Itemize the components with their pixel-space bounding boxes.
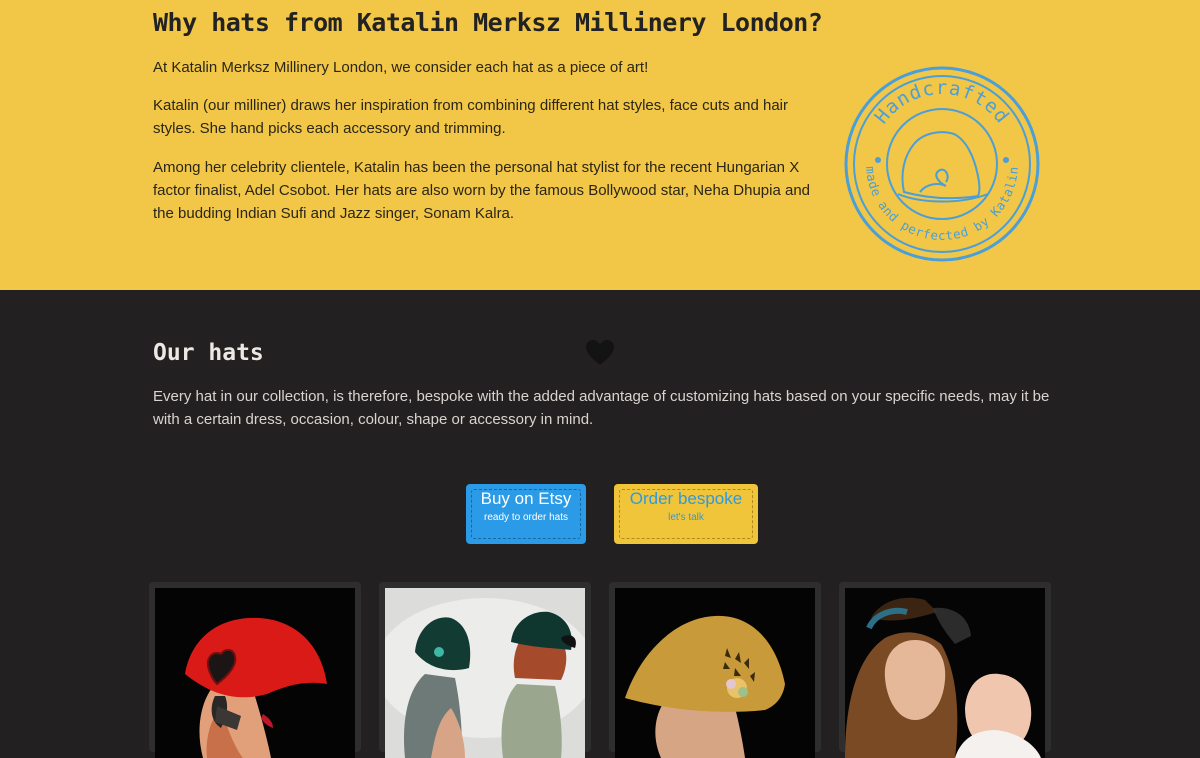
red-heart-hat-photo-icon (155, 588, 355, 758)
why-section: Why hats from Katalin Merksz Millinery L… (0, 0, 1200, 290)
handcrafted-stamp-icon: Handcrafted made and perfected by Katali… (844, 66, 1040, 262)
mustard-cloche-hat-photo-icon (615, 588, 815, 758)
hat-gallery-card[interactable] (609, 582, 821, 758)
heart-icon (586, 340, 614, 365)
order-bespoke-button[interactable]: Order bespoke let's talk (614, 484, 758, 544)
why-paragraph-1: At Katalin Merksz Millinery London, we c… (153, 59, 649, 76)
our-hats-title: Our hats (153, 340, 264, 366)
button-stitch-border (619, 489, 753, 539)
why-paragraph-2: Katalin (our milliner) draws her inspira… (153, 97, 789, 137)
why-paragraph-3: Among her celebrity clientele, Katalin h… (153, 159, 811, 222)
hat-gallery-card[interactable] (149, 582, 361, 758)
stamp-top-text: Handcrafted (870, 77, 1012, 128)
our-hats-intro: Every hat in our collection, is therefor… (153, 388, 1050, 428)
hat-gallery-card[interactable] (379, 582, 591, 758)
why-section-title: Why hats from Katalin Merksz Millinery L… (153, 8, 823, 37)
buy-on-etsy-button[interactable]: Buy on Etsy ready to order hats (466, 484, 586, 544)
hat-gallery-card[interactable] (839, 582, 1051, 758)
svg-text:Handcrafted: Handcrafted (870, 77, 1013, 128)
green-cloche-hats-photo-icon (385, 588, 585, 758)
our-hats-section: Our hats Every hat in our collection, is… (0, 290, 1200, 758)
mother-and-baby-veil-hat-photo-icon (845, 588, 1045, 758)
button-stitch-border (471, 489, 581, 539)
